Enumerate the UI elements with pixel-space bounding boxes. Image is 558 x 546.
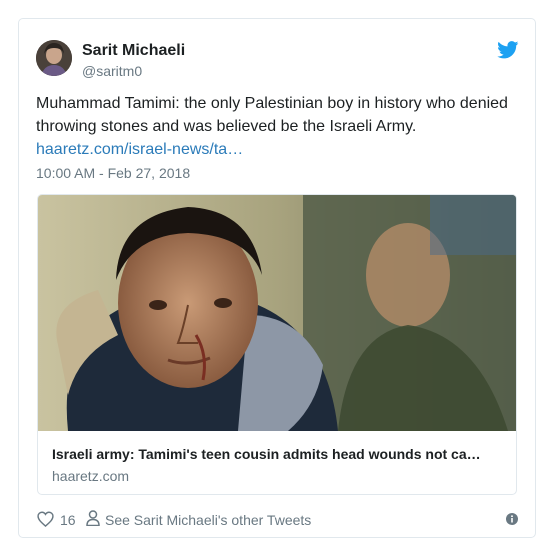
tweet-timestamp[interactable]: 10:00 AM - Feb 27, 2018 [36, 164, 190, 182]
tweet-footer: 16 See Sarit Michaeli's other Tweets [37, 510, 521, 530]
author-handle[interactable]: @saritm0 [82, 62, 142, 80]
author-name[interactable]: Sarit Michaeli [82, 41, 185, 61]
tweet-text-line: throwing stones and was believed be the … [36, 118, 417, 135]
link-preview-card[interactable]: Israeli army: Tamimi's teen cousin admit… [37, 194, 517, 495]
twitter-bird-icon[interactable] [497, 41, 519, 59]
preview-domain: haaretz.com [52, 468, 130, 484]
tweet-link[interactable]: haaretz.com/israel-news/ta… [36, 138, 243, 161]
tweet-embed: Sarit Michaeli @saritm0 Muhammad Tamimi:… [18, 18, 536, 538]
like-count[interactable]: 16 [60, 512, 76, 528]
avatar[interactable] [36, 40, 72, 76]
preview-photo [38, 195, 516, 431]
heart-icon[interactable] [37, 511, 54, 527]
info-icon[interactable] [506, 513, 518, 525]
tweet-text: Muhammad Tamimi: the only Palestinian bo… [36, 92, 520, 138]
other-tweets-link[interactable]: See Sarit Michaeli's other Tweets [105, 512, 311, 528]
avatar-image [36, 40, 72, 76]
preview-title[interactable]: Israeli army: Tamimi's teen cousin admit… [52, 445, 507, 463]
tweet-text-line: Muhammad Tamimi: the only Palestinian bo… [36, 95, 508, 112]
person-icon [86, 510, 100, 526]
